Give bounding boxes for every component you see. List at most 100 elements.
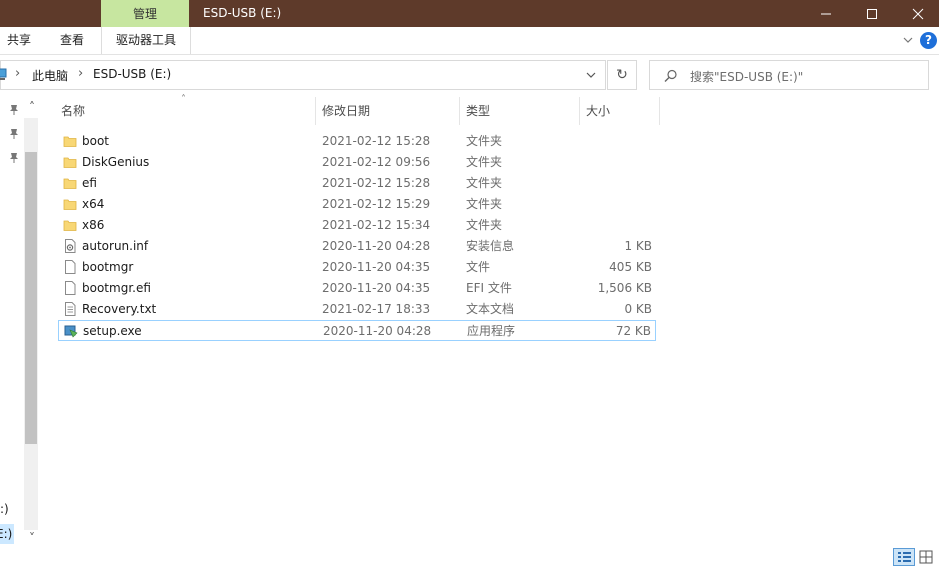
file-type: 文件夹 <box>466 218 503 232</box>
tab-share[interactable]: 共享 <box>7 27 31 54</box>
scroll-down-button[interactable]: ˅ <box>26 531 38 545</box>
file-type: 应用程序 <box>467 324 516 338</box>
window-title: ESD-USB (E:) <box>203 6 282 20</box>
pin-icon <box>10 129 18 139</box>
pin-icon <box>10 105 18 115</box>
minimize-icon <box>821 13 831 14</box>
file-type: 安装信息 <box>466 239 515 253</box>
file-row[interactable]: x64 2021-02-12 15:29 文件夹 <box>58 194 656 215</box>
file-modified-date: 2020-11-20 04:35 <box>322 281 431 295</box>
breadcrumb-this-pc[interactable]: 此电脑 <box>32 67 68 84</box>
this-pc-icon <box>0 66 8 82</box>
minimize-button[interactable] <box>803 0 849 27</box>
file-icon <box>63 281 77 295</box>
column-divider[interactable] <box>579 97 580 125</box>
file-row[interactable]: DiskGenius 2021-02-12 09:56 文件夹 <box>58 152 656 173</box>
file-modified-date: 2021-02-17 18:33 <box>322 302 431 316</box>
close-button[interactable] <box>895 0 939 27</box>
nav-item-esd-usb-selected[interactable]: E:) <box>0 524 14 544</box>
file-type: 文件夹 <box>466 197 503 211</box>
tab-manage[interactable]: 管理 <box>101 0 189 27</box>
ribbon-expand-button[interactable] <box>901 33 915 47</box>
address-bar[interactable] <box>0 60 606 90</box>
file-row[interactable]: efi 2021-02-12 15:28 文件夹 <box>58 173 656 194</box>
column-header-name[interactable]: 名称 <box>61 97 85 125</box>
nav-item-drive[interactable]: :) <box>0 502 9 516</box>
help-icon: ? <box>925 33 932 47</box>
file-modified-date: 2021-02-12 15:28 <box>322 134 431 148</box>
folder-icon <box>63 197 77 211</box>
file-type: 文件夹 <box>466 176 503 190</box>
search-placeholder: 搜索"ESD-USB (E:)" <box>690 70 804 84</box>
column-divider[interactable] <box>659 97 660 125</box>
file-type: EFI 文件 <box>466 281 512 295</box>
file-row[interactable]: x86 2021-02-12 15:34 文件夹 <box>58 215 656 236</box>
help-button[interactable]: ? <box>920 32 937 49</box>
folder-icon <box>63 155 77 169</box>
file-name: autorun.inf <box>82 239 149 253</box>
details-view-icon <box>898 552 911 562</box>
file-type: 文件夹 <box>466 155 503 169</box>
file-name: x64 <box>82 197 105 211</box>
sort-ascending-icon: ˄ <box>181 94 186 105</box>
column-header-size[interactable]: 大小 <box>586 97 610 125</box>
file-name: efi <box>82 176 97 190</box>
file-size: 1,506 KB <box>597 281 652 295</box>
details-view-button[interactable] <box>893 548 915 566</box>
nav-scrollbar-thumb[interactable] <box>25 152 37 444</box>
file-row[interactable]: setup.exe 2020-11-20 04:28 应用程序 72 KB <box>58 320 656 341</box>
folder-icon <box>63 218 77 232</box>
file-modified-date: 2020-11-20 04:28 <box>322 239 431 253</box>
file-name: bootmgr <box>82 260 134 274</box>
file-modified-date: 2021-02-12 15:28 <box>322 176 431 190</box>
file-size: 405 KB <box>609 260 652 274</box>
breadcrumb-current-drive[interactable]: ESD-USB (E:) <box>93 67 171 81</box>
file-name: x86 <box>82 218 105 232</box>
large-icons-view-icon <box>919 550 933 564</box>
file-icon <box>63 260 77 274</box>
file-row[interactable]: boot 2021-02-12 15:28 文件夹 <box>58 131 656 152</box>
refresh-icon: ↻ <box>616 67 628 83</box>
file-row[interactable]: autorun.inf 2020-11-20 04:28 安装信息 1 KB <box>58 236 656 257</box>
folder-icon <box>63 176 77 190</box>
file-row[interactable]: bootmgr 2020-11-20 04:35 文件 405 KB <box>58 257 656 278</box>
text-file-icon <box>63 302 77 316</box>
chevron-down-icon <box>586 72 596 78</box>
refresh-button[interactable]: ↻ <box>607 60 637 90</box>
tab-view[interactable]: 查看 <box>60 27 84 54</box>
setup-app-icon <box>64 324 78 338</box>
file-size: 72 KB <box>615 324 651 338</box>
file-name: DiskGenius <box>82 155 150 169</box>
close-icon <box>912 8 924 19</box>
file-name: setup.exe <box>83 324 142 338</box>
breadcrumb-separator: › <box>78 66 84 81</box>
file-modified-date: 2021-02-12 15:29 <box>322 197 431 211</box>
column-divider[interactable] <box>315 97 316 125</box>
file-name: bootmgr.efi <box>82 281 151 295</box>
folder-icon <box>63 134 77 148</box>
column-header-type[interactable]: 类型 <box>466 97 490 125</box>
file-type: 文本文档 <box>466 302 515 316</box>
column-divider[interactable] <box>459 97 460 125</box>
settings-file-icon <box>63 239 77 253</box>
file-modified-date: 2021-02-12 09:56 <box>322 155 431 169</box>
file-name: Recovery.txt <box>82 302 157 316</box>
address-history-dropdown[interactable] <box>584 68 598 82</box>
file-row[interactable]: bootmgr.efi 2020-11-20 04:35 EFI 文件 1,506 K… <box>58 278 656 299</box>
tab-drive-tools[interactable]: 驱动器工具 <box>101 27 191 54</box>
column-header-date[interactable]: 修改日期 <box>322 97 370 125</box>
scroll-up-button[interactable]: ˄ <box>26 100 38 114</box>
maximize-button[interactable] <box>849 0 895 27</box>
file-type: 文件 <box>466 260 491 274</box>
file-modified-date: 2021-02-12 15:34 <box>322 218 431 232</box>
file-type: 文件夹 <box>466 134 503 148</box>
file-name: boot <box>82 134 110 148</box>
file-modified-date: 2020-11-20 04:28 <box>323 324 432 338</box>
search-icon <box>664 69 677 82</box>
large-icons-view-button[interactable] <box>918 549 936 565</box>
file-row[interactable]: Recovery.txt 2021-02-17 18:33 文本文档 0 KB <box>58 299 656 320</box>
file-size: 0 KB <box>624 302 652 316</box>
maximize-icon <box>867 8 877 19</box>
file-size: 1 KB <box>624 239 652 253</box>
search-input[interactable]: 搜索"ESD-USB (E:)" <box>649 60 929 90</box>
